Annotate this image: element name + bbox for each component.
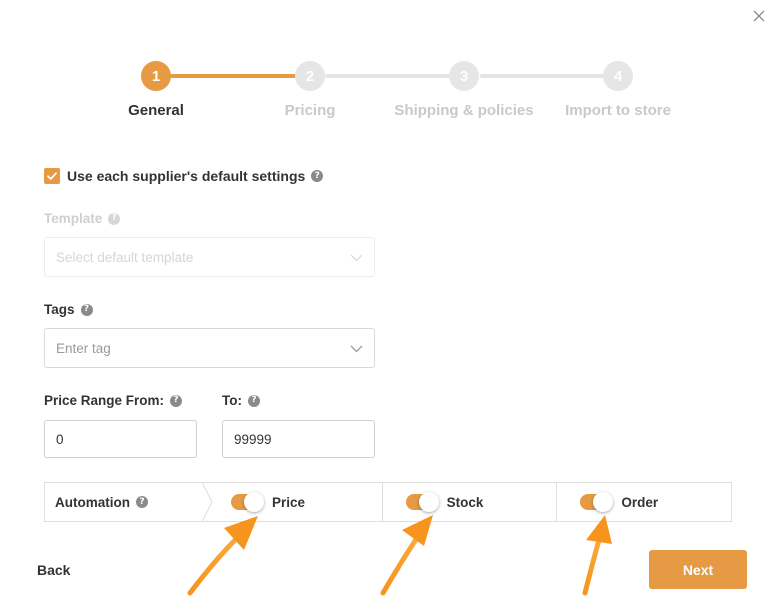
checkmark-icon [47, 172, 57, 180]
toggle-knob [244, 492, 264, 512]
template-label: Template ? [44, 211, 121, 226]
toggle-knob [593, 492, 614, 512]
automation-stock: Stock [381, 483, 557, 521]
automation-price: Price [208, 483, 382, 521]
chevron-down-icon [350, 254, 363, 262]
help-icon[interactable]: ? [80, 303, 93, 316]
annotation-arrow-price [187, 516, 258, 596]
stock-toggle-label: Stock [446, 494, 484, 510]
stock-toggle[interactable] [405, 492, 439, 512]
price-to-label: To: ? [222, 393, 260, 408]
step-3-circle[interactable]: 3 [449, 61, 479, 91]
tags-label: Tags ? [44, 302, 93, 317]
step-2-label[interactable]: Pricing [225, 102, 395, 119]
template-placeholder: Select default template [56, 249, 194, 265]
price-to-label-text: To: [222, 393, 242, 408]
help-icon[interactable]: ? [311, 170, 324, 182]
automation-label: Automation ? [45, 482, 213, 522]
step-4-label[interactable]: Import to store [533, 102, 703, 119]
back-button[interactable]: Back [37, 562, 70, 578]
close-button[interactable] [749, 6, 769, 26]
next-button[interactable]: Next [649, 550, 747, 589]
help-icon[interactable]: ? [108, 212, 121, 225]
order-toggle[interactable] [580, 492, 614, 512]
step-1-circle[interactable]: 1 [141, 61, 171, 91]
automation-order: Order [556, 483, 731, 521]
step-3-label[interactable]: Shipping & policies [379, 102, 549, 119]
help-icon[interactable]: ? [136, 496, 148, 508]
annotation-arrow-stock [380, 515, 433, 596]
step-connector-1 [170, 74, 297, 78]
chevron-down-icon [350, 345, 363, 353]
price-from-input[interactable] [44, 420, 197, 458]
help-icon[interactable]: ? [170, 394, 183, 407]
template-select[interactable]: Select default template [44, 237, 375, 277]
tags-label-text: Tags [44, 302, 75, 317]
help-icon[interactable]: ? [248, 394, 260, 407]
tags-placeholder: Enter tag [56, 340, 111, 356]
price-from-label: Price Range From: ? [44, 393, 183, 408]
price-toggle-label: Price [272, 494, 306, 510]
chevron-divider [202, 482, 213, 522]
close-icon [753, 10, 765, 22]
stepper: 1 2 3 4 General Pricing Shipping & polic… [0, 61, 770, 121]
tags-select[interactable]: Enter tag [44, 328, 375, 368]
default-settings-checkbox[interactable] [44, 168, 60, 184]
step-connector-3 [480, 74, 607, 78]
price-from-label-text: Price Range From: [44, 393, 165, 408]
step-2-circle[interactable]: 2 [295, 61, 325, 91]
step-connector-2 [325, 74, 452, 78]
price-toggle[interactable] [231, 492, 264, 512]
automation-bar: Automation ? Price Stock Order [44, 482, 732, 522]
annotation-arrow-order [582, 515, 612, 596]
toggle-knob [418, 492, 439, 512]
order-toggle-label: Order [621, 494, 659, 510]
default-settings-label: Use each supplier's default settings [67, 168, 306, 184]
template-label-text: Template [44, 211, 103, 226]
automation-label-text: Automation [55, 494, 130, 510]
step-1-label[interactable]: General [71, 102, 241, 119]
step-4-circle[interactable]: 4 [603, 61, 633, 91]
price-to-input[interactable] [222, 420, 375, 458]
default-settings-row: Use each supplier's default settings ? [44, 168, 324, 184]
